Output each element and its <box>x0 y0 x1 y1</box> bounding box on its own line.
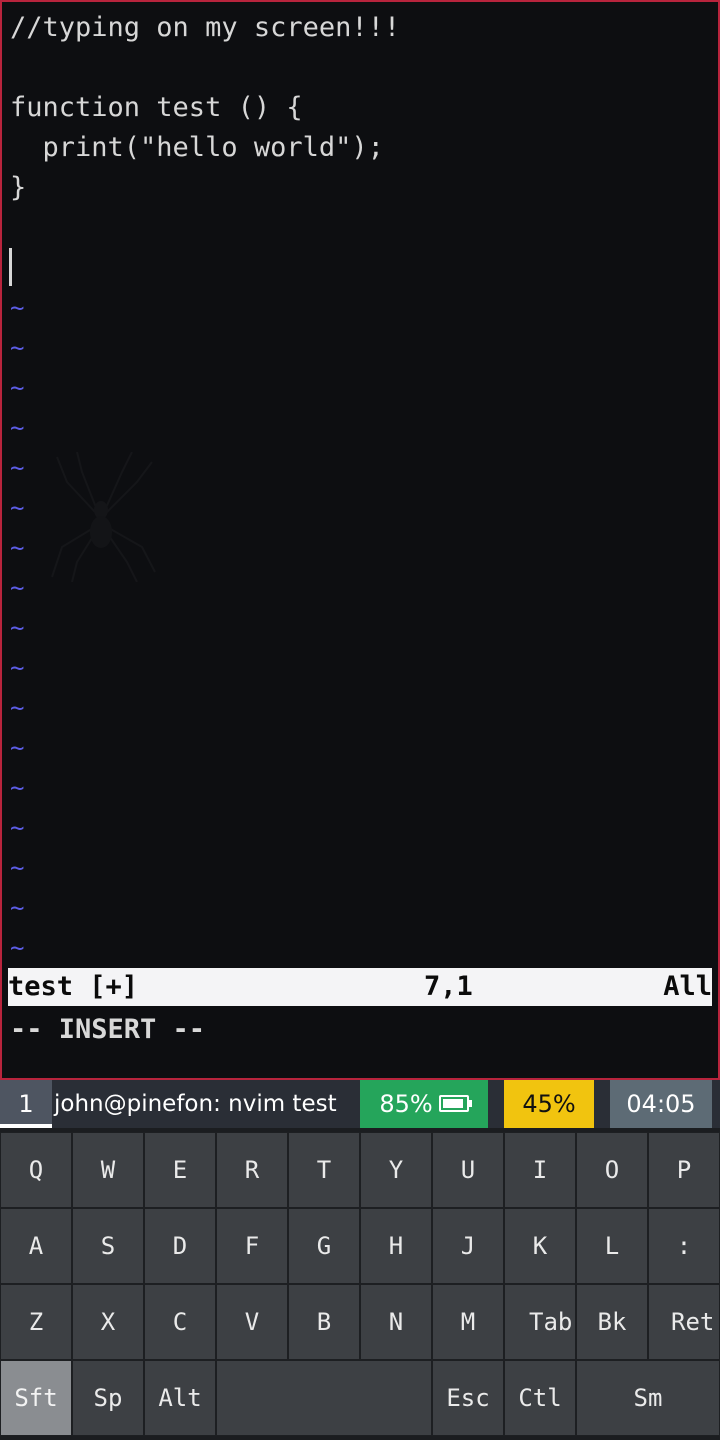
empty-line-marker: ~ <box>10 894 25 922</box>
empty-line-marker: ~ <box>10 734 25 762</box>
key-u[interactable]: U <box>432 1132 504 1208</box>
code-line-5[interactable]: } <box>10 168 26 208</box>
key-r[interactable]: R <box>216 1132 288 1208</box>
key-s[interactable]: S <box>72 1208 144 1284</box>
empty-line-marker: ~ <box>10 374 25 402</box>
battery-percent: 85% <box>379 1090 433 1118</box>
key-v[interactable]: V <box>216 1284 288 1360</box>
empty-line-marker: ~ <box>10 934 25 962</box>
vim-status-line: test [+] 7,1 All <box>8 968 712 1006</box>
key-tab[interactable]: Tab <box>504 1284 576 1360</box>
battery-indicator: 85% <box>360 1080 488 1128</box>
code-line-1[interactable]: //typing on my screen!!! <box>10 8 400 48</box>
text-cursor <box>9 248 12 286</box>
key-f[interactable]: F <box>216 1208 288 1284</box>
key-backspace[interactable]: Bk <box>576 1284 648 1360</box>
empty-line-marker: ~ <box>10 694 25 722</box>
empty-line-marker: ~ <box>10 654 25 682</box>
empty-line-marker: ~ <box>10 534 25 562</box>
key-b[interactable]: B <box>288 1284 360 1360</box>
key-alt[interactable]: Alt <box>144 1360 216 1436</box>
key-z[interactable]: Z <box>0 1284 72 1360</box>
key-t[interactable]: T <box>288 1132 360 1208</box>
key-x[interactable]: X <box>72 1284 144 1360</box>
key-y[interactable]: Y <box>360 1132 432 1208</box>
key-p[interactable]: P <box>648 1132 720 1208</box>
empty-line-marker: ~ <box>10 854 25 882</box>
key-w[interactable]: W <box>72 1132 144 1208</box>
key-n[interactable]: N <box>360 1284 432 1360</box>
on-screen-keyboard: Q W E R T Y U I O P A S D F G H J K L : … <box>0 1128 720 1440</box>
empty-line-marker: ~ <box>10 494 25 522</box>
key-k[interactable]: K <box>504 1208 576 1284</box>
empty-line-marker: ~ <box>10 814 25 842</box>
key-q[interactable]: Q <box>0 1132 72 1208</box>
key-control[interactable]: Ctl <box>504 1360 576 1436</box>
key-d[interactable]: D <box>144 1208 216 1284</box>
empty-line-marker: ~ <box>10 574 25 602</box>
key-a[interactable]: A <box>0 1208 72 1284</box>
status-filename: test [+] <box>8 971 139 1002</box>
status-cursor-position: 7,1 <box>424 971 473 1002</box>
key-i[interactable]: I <box>504 1132 576 1208</box>
empty-line-marker: ~ <box>10 614 25 642</box>
key-symbol-mode[interactable]: Sm <box>576 1360 720 1436</box>
window-title: john@pinefon: nvim test <box>52 1080 360 1128</box>
key-j[interactable]: J <box>432 1208 504 1284</box>
empty-line-marker: ~ <box>10 294 25 322</box>
key-h[interactable]: H <box>360 1208 432 1284</box>
key-space-label[interactable]: Sp <box>72 1360 144 1436</box>
code-line-3[interactable]: function test () { <box>10 88 303 128</box>
empty-line-marker: ~ <box>10 774 25 802</box>
battery-icon <box>438 1095 472 1112</box>
workspace-button[interactable]: 1 <box>0 1080 52 1128</box>
key-l[interactable]: L <box>576 1208 648 1284</box>
key-spacebar[interactable] <box>216 1360 432 1436</box>
status-scroll-position: All <box>663 971 712 1002</box>
empty-line-marker: ~ <box>10 414 25 442</box>
cpu-indicator: 45% <box>504 1080 594 1128</box>
key-o[interactable]: O <box>576 1132 648 1208</box>
key-e[interactable]: E <box>144 1132 216 1208</box>
key-colon[interactable]: : <box>648 1208 720 1284</box>
key-c[interactable]: C <box>144 1284 216 1360</box>
key-return[interactable]: Ret <box>648 1284 720 1360</box>
spider-wallpaper-image <box>51 452 156 582</box>
empty-line-marker: ~ <box>10 454 25 482</box>
vim-mode-indicator: -- INSERT -- <box>10 1014 206 1045</box>
key-m[interactable]: M <box>432 1284 504 1360</box>
status-bar: 1 john@pinefon: nvim test 85% 45% 04:05 <box>0 1080 720 1128</box>
key-shift[interactable]: Sft <box>0 1360 72 1436</box>
key-escape[interactable]: Esc <box>432 1360 504 1436</box>
code-line-4[interactable]: print("hello world"); <box>10 128 384 168</box>
empty-line-marker: ~ <box>10 334 25 362</box>
terminal-window[interactable]: //typing on my screen!!! function test (… <box>0 0 720 1080</box>
key-g[interactable]: G <box>288 1208 360 1284</box>
clock: 04:05 <box>610 1080 712 1128</box>
